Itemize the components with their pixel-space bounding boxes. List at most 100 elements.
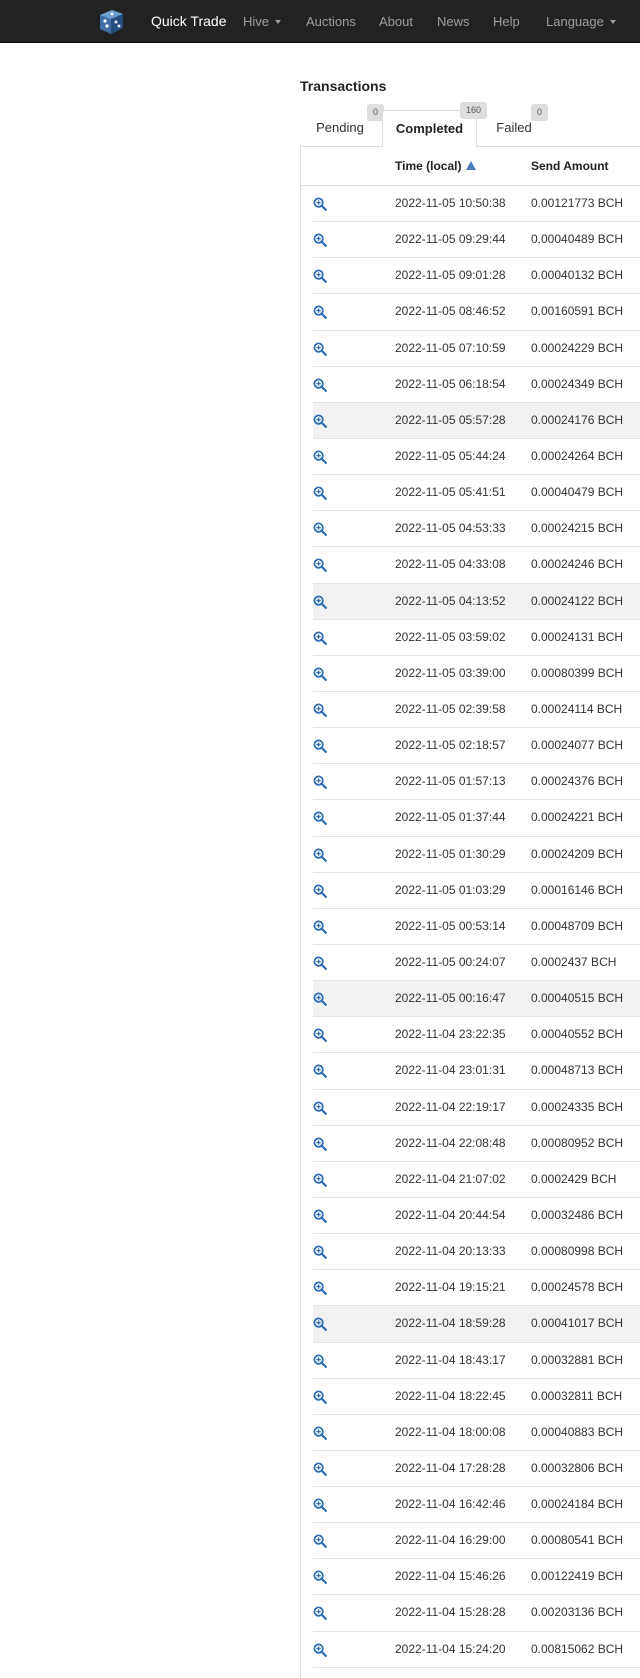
transactions-title: Transactions <box>300 78 387 94</box>
zoom-in-icon[interactable] <box>313 378 327 392</box>
zoom-in-icon[interactable] <box>313 595 327 609</box>
row-amount: 0.00024176 BCH <box>531 412 624 427</box>
zoom-in-icon[interactable] <box>313 342 327 356</box>
zoom-in-icon[interactable] <box>313 414 327 428</box>
amount-column-header[interactable]: Send Amount <box>531 146 609 186</box>
zoom-in-icon[interactable] <box>313 1137 327 1151</box>
zoom-in-icon[interactable] <box>313 1028 327 1043</box>
nav-hive[interactable]: Hive <box>243 0 282 43</box>
row-amount: 0.00024349 BCH <box>531 376 624 391</box>
zoom-in-icon[interactable] <box>313 811 327 826</box>
zoom-in-icon[interactable] <box>313 775 327 790</box>
zoom-in-icon[interactable] <box>313 486 327 501</box>
zoom-in-icon[interactable] <box>313 1534 327 1549</box>
zoom-in-icon[interactable] <box>313 1281 327 1296</box>
table-row[interactable]: 2022-11-04 19:15:21 0.00024578 BCH <box>313 1270 640 1307</box>
nav-news[interactable]: News <box>437 0 470 43</box>
zoom-in-icon[interactable] <box>313 233 327 248</box>
table-row[interactable]: 2022-11-05 02:18:57 0.00024077 BCH <box>313 728 640 765</box>
table-row[interactable]: 2022-11-04 18:00:08 0.00040883 BCH <box>313 1415 640 1451</box>
zoom-in-icon[interactable] <box>313 522 327 537</box>
table-row[interactable]: 2022-11-04 18:22:45 0.00032811 BCH <box>313 1379 640 1415</box>
zoom-in-icon[interactable] <box>313 739 327 754</box>
zoom-in-icon[interactable] <box>313 1173 327 1187</box>
table-row[interactable]: 2022-11-05 05:57:28 0.00024176 BCH <box>313 402 640 439</box>
table-row[interactable]: 2022-11-04 15:24:20 0.00815062 BCH <box>313 1632 640 1668</box>
table-row[interactable]: 2022-11-05 02:39:58 0.00024114 BCH <box>313 692 640 729</box>
table-row[interactable]: 2022-11-04 18:59:28 0.00041017 BCH <box>313 1306 640 1343</box>
table-row[interactable]: 2022-11-04 15:46:26 0.00122419 BCH <box>313 1559 640 1596</box>
table-row[interactable]: 2022-11-05 09:29:44 0.00040489 BCH <box>313 222 640 259</box>
table-row[interactable]: 2022-11-05 09:01:28 0.00040132 BCH <box>313 258 640 295</box>
table-row[interactable]: 2022-11-05 05:44:24 0.00024264 BCH <box>313 439 640 476</box>
table-row[interactable]: 2022-11-05 10:50:38 0.00121773 BCH <box>313 186 640 223</box>
table-row[interactable]: 2022-11-05 08:46:52 0.00160591 BCH <box>313 294 640 331</box>
zoom-in-icon[interactable] <box>313 1209 327 1223</box>
table-row[interactable]: 2022-11-05 01:57:13 0.00024376 BCH <box>313 764 640 801</box>
zoom-in-icon[interactable] <box>313 1390 327 1404</box>
zoom-in-icon[interactable] <box>313 558 327 573</box>
failed-count-badge: 0 <box>531 104 549 121</box>
zoom-in-icon[interactable] <box>313 631 327 645</box>
zoom-in-icon[interactable] <box>313 1101 327 1115</box>
table-row[interactable]: 2022-11-04 17:28:28 0.00032806 BCH <box>313 1451 640 1488</box>
zoom-in-icon[interactable] <box>313 1643 327 1657</box>
nav-language[interactable]: Language <box>546 0 616 43</box>
table-row[interactable]: 2022-11-05 04:13:52 0.00024122 BCH <box>313 583 640 620</box>
zoom-in-icon[interactable] <box>313 1354 327 1368</box>
zoom-in-icon[interactable] <box>313 1570 327 1585</box>
time-column-header[interactable]: Time (local) <box>395 146 477 186</box>
table-row[interactable]: 2022-11-05 00:53:14 0.00048709 BCH <box>313 909 640 945</box>
table-row[interactable]: 2022-11-04 20:13:33 0.00080998 BCH <box>313 1234 640 1271</box>
table-row[interactable]: 2022-11-04 22:08:48 0.00080952 BCH <box>313 1126 640 1162</box>
nav-about[interactable]: About <box>379 0 413 43</box>
zoom-in-icon[interactable] <box>313 1462 327 1476</box>
row-amount: 0.00024209 BCH <box>531 846 624 861</box>
table-row[interactable]: 2022-11-05 00:24:07 0.0002437 BCH <box>313 945 640 982</box>
row-amount: 0.00203136 BCH <box>531 1605 624 1620</box>
table-row[interactable]: 2022-11-05 04:53:33 0.00024215 BCH <box>313 511 640 548</box>
table-row[interactable]: 2022-11-05 05:41:51 0.00040479 BCH <box>313 475 640 512</box>
table-row[interactable]: 2022-11-04 22:19:17 0.00024335 BCH <box>313 1090 640 1126</box>
nav-help[interactable]: Help <box>493 0 520 43</box>
zoom-in-icon[interactable] <box>313 884 327 898</box>
zoom-in-icon[interactable] <box>313 667 327 681</box>
zoom-in-icon[interactable] <box>313 703 327 717</box>
table-row[interactable]: 2022-11-04 20:44:54 0.00032486 BCH <box>313 1198 640 1235</box>
zoom-in-icon[interactable] <box>313 269 327 284</box>
table-row[interactable]: 2022-11-04 21:07:02 0.0002429 BCH <box>313 1162 640 1198</box>
table-row[interactable]: 2022-11-05 03:59:02 0.00024131 BCH <box>313 620 640 656</box>
table-row[interactable]: 2022-11-04 16:42:46 0.00024184 BCH <box>313 1487 640 1524</box>
table-row[interactable]: 2022-11-04 16:29:00 0.00080541 BCH <box>313 1523 640 1560</box>
table-row[interactable]: 2022-11-04 18:43:17 0.00032881 BCH <box>313 1343 640 1379</box>
nav-auctions[interactable]: Auctions <box>306 0 356 43</box>
zoom-in-icon[interactable] <box>313 197 327 211</box>
zoom-in-icon[interactable] <box>313 1426 327 1440</box>
brand-link[interactable]: Quick Trade <box>151 0 226 43</box>
zoom-in-icon[interactable] <box>313 1245 327 1259</box>
table-row[interactable]: 2022-11-05 00:16:47 0.00040515 BCH <box>313 981 640 1018</box>
zoom-in-icon[interactable] <box>313 956 327 970</box>
table-row[interactable]: 2022-11-04 23:22:35 0.00040552 BCH <box>313 1017 640 1054</box>
table-row[interactable]: 2022-11-05 07:10:59 0.00024229 BCH <box>313 331 640 367</box>
zoom-in-icon[interactable] <box>313 1606 327 1621</box>
row-time: 2022-11-04 15:46:26 <box>395 1569 506 1584</box>
table-row[interactable]: 2022-11-05 03:39:00 0.00080399 BCH <box>313 656 640 692</box>
table-row[interactable]: 2022-11-05 01:30:29 0.00024209 BCH <box>313 837 640 873</box>
zoom-in-icon[interactable] <box>313 848 327 862</box>
table-row[interactable]: 2022-11-04 23:01:31 0.00048713 BCH <box>313 1053 640 1090</box>
zoom-in-icon[interactable] <box>313 992 327 1006</box>
dice-logo-icon[interactable] <box>97 8 125 35</box>
zoom-in-icon[interactable] <box>313 1317 327 1332</box>
zoom-in-icon[interactable] <box>313 1498 327 1512</box>
zoom-in-icon[interactable] <box>313 305 327 320</box>
zoom-in-icon[interactable] <box>313 920 327 934</box>
table-row[interactable]: 2022-11-05 06:18:54 0.00024349 BCH <box>313 367 640 403</box>
zoom-in-icon[interactable] <box>313 450 327 464</box>
table-row[interactable]: 2022-11-05 01:03:29 0.00016146 BCH <box>313 873 640 909</box>
table-row[interactable]: 2022-11-04 15:28:28 0.00203136 BCH <box>313 1595 640 1632</box>
table-row[interactable]: 2022-11-05 04:33:08 0.00024246 BCH <box>313 547 640 584</box>
table-row[interactable]: 2022-11-05 01:37:44 0.00024221 BCH <box>313 800 640 837</box>
zoom-in-icon[interactable] <box>313 1064 327 1079</box>
transaction-tabs: Pending 0 Completed 160 Failed 0 <box>300 102 640 148</box>
